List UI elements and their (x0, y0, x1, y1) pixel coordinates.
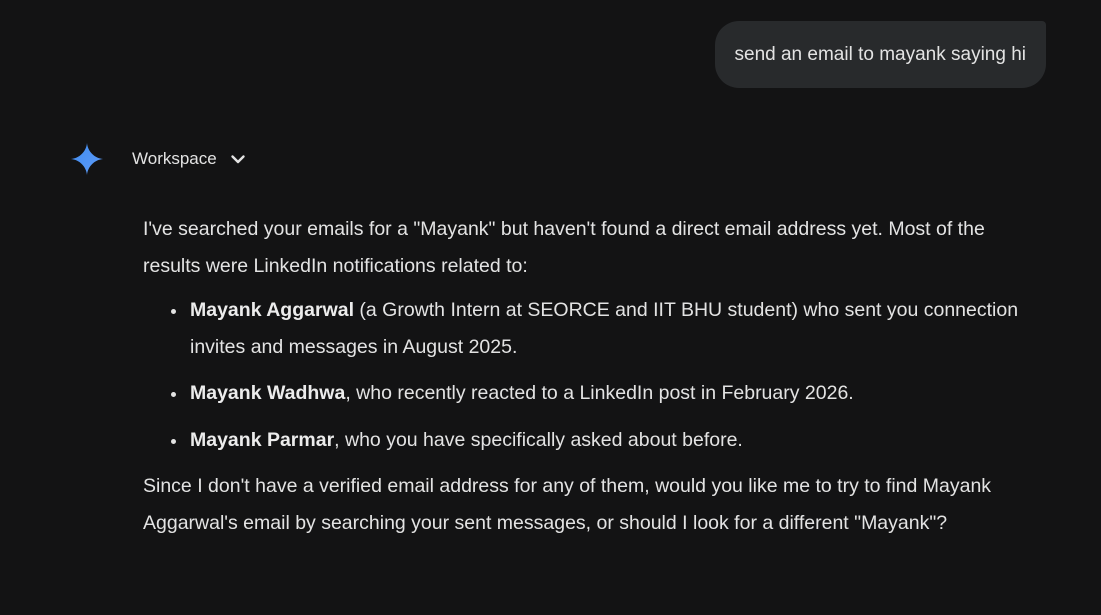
response-closing: Since I don't have a verified email addr… (143, 475, 992, 534)
workspace-tool-chip[interactable]: Workspace (132, 149, 247, 169)
contact-name: Mayank Parmar (190, 428, 335, 451)
user-message-bubble: send an email to mayank saying hi (714, 21, 1046, 88)
gemini-spark-icon (68, 140, 106, 178)
mayank-results-list: Mayank Aggarwal (a Growth Intern at SEOR… (143, 292, 1043, 458)
chat-conversation: send an email to mayank saying hi Worksp… (0, 0, 1101, 615)
chevron-down-icon[interactable] (229, 150, 247, 168)
contact-detail: , who recently reacted to a LinkedIn pos… (345, 382, 854, 404)
list-item: Mayank Aggarwal (a Growth Intern at SEOR… (188, 292, 1043, 365)
contact-name: Mayank Aggarwal (190, 299, 354, 321)
contact-detail: , who you have specifically asked about … (334, 428, 743, 451)
user-message-text: send an email to mayank saying hi (734, 43, 1027, 65)
model-response-header: Workspace (68, 140, 247, 178)
response-intro: I've searched your emails for a "Mayank"… (143, 218, 985, 277)
list-item: Mayank Wadhwa, who recently reacted to a… (188, 375, 1043, 412)
list-item: Mayank Parmar, who you have specifically… (188, 422, 1043, 459)
workspace-label: Workspace (132, 149, 217, 168)
contact-name: Mayank Wadhwa (190, 382, 346, 404)
model-response-body: I've searched your emails for a "Mayank"… (143, 211, 1043, 541)
